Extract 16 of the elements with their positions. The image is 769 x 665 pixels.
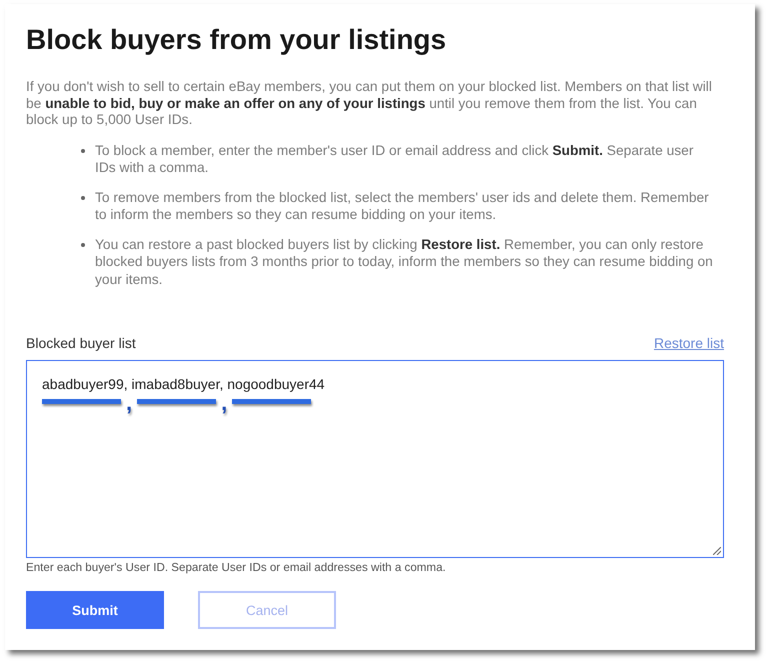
comma-mark: ,	[126, 392, 132, 414]
blocked-buyers-field[interactable]: abadbuyer99, imabad8buyer, nogoodbuyer44 , ,	[26, 360, 724, 558]
submit-button[interactable]: Submit	[26, 591, 164, 629]
intro-paragraph: If you don't wish to sell to certain eBay members, you can put them on your blocked list. Members on that list will be unable to bid, buy or make an offer on any of your listings until you remove them from the list. You can block up to 5,000 User IDs.	[26, 79, 713, 128]
page-title: Block buyers from your listings	[26, 24, 448, 56]
instruction-text: To block a member, enter the member's user ID or email address and click Submit. Separate user IDs with a comma.	[95, 142, 694, 176]
restore-list-link[interactable]: Restore list	[654, 335, 724, 351]
field-label: Blocked buyer list	[26, 335, 136, 351]
resize-grip-icon[interactable]	[713, 547, 721, 555]
bullet-icon	[81, 148, 85, 152]
field-hint: Enter each buyer's User ID. Separate User IDs or email addresses with a comma.	[26, 561, 447, 574]
comma-mark: ,	[221, 392, 228, 414]
instruction-text: To remove members from the blocked list, select the members' user ids and delete them. Remember to inform the members so they can resume bidding on your items.	[95, 188, 710, 224]
instruction-text: You can restore a past blocked buyers list by clicking Restore list. Remember, you can only restore blocked buyers lists from 3 months prior to today, inform the members so they can resume bidding on your items.	[95, 236, 713, 288]
bullet-icon	[81, 196, 85, 200]
bullet-icon	[81, 242, 85, 246]
